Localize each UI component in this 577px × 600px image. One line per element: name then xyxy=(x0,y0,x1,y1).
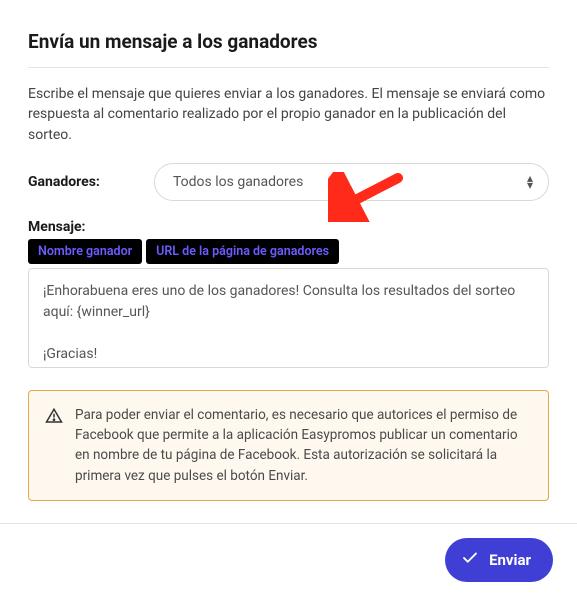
winners-label: Ganadores: xyxy=(28,174,138,190)
send-message-dialog: Envía un mensaje a los ganadores Escribe… xyxy=(0,0,577,524)
divider xyxy=(28,67,549,68)
send-button-label: Enviar xyxy=(489,551,531,569)
send-button[interactable]: Enviar xyxy=(445,538,553,582)
dialog-description: Escribe el mensaje que quieres enviar a … xyxy=(28,84,549,145)
winners-select-wrap: Todos los ganadores ▴▾ xyxy=(154,163,549,201)
dialog-footer: Enviar xyxy=(0,524,577,600)
warning-text: Para poder enviar el comentario, es nece… xyxy=(75,405,532,486)
tag-winners-url[interactable]: URL de la página de ganadores xyxy=(146,239,339,264)
tag-row: Nombre ganador URL de la página de ganad… xyxy=(28,239,549,264)
winners-select[interactable]: Todos los ganadores xyxy=(154,163,549,201)
dialog-title: Envía un mensaje a los ganadores xyxy=(28,30,549,53)
check-icon xyxy=(461,549,479,571)
warning-icon xyxy=(45,407,63,486)
winners-row: Ganadores: Todos los ganadores ▴▾ xyxy=(28,163,549,201)
tag-winner-name[interactable]: Nombre ganador xyxy=(28,239,142,264)
permission-warning: Para poder enviar el comentario, es nece… xyxy=(28,390,549,501)
message-label: Mensaje: xyxy=(28,219,549,235)
message-textarea[interactable] xyxy=(28,268,549,368)
